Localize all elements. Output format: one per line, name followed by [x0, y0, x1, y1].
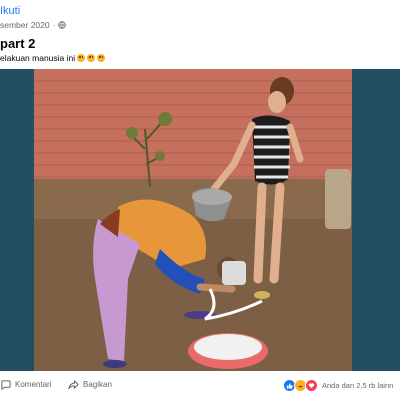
- post-title: part 2: [0, 36, 36, 51]
- share-label: Bagikan: [83, 380, 112, 389]
- love-icon: [305, 379, 318, 392]
- video-frame: [0, 69, 400, 371]
- comment-button[interactable]: Komentari: [0, 379, 51, 390]
- post-timestamp[interactable]: sember 2020 ·: [0, 20, 67, 30]
- video-player[interactable]: [0, 69, 400, 371]
- share-button[interactable]: Bagikan: [68, 379, 112, 390]
- reactions-summary[interactable]: Anda dan 2,5 rb lainn: [283, 379, 393, 392]
- comment-icon: [1, 380, 11, 390]
- rofl-emoji-icon: [77, 54, 86, 62]
- rofl-emoji-icon: [87, 54, 96, 62]
- share-icon: [68, 380, 79, 390]
- post-text: elakuan manusia ini: [0, 53, 106, 63]
- rofl-emoji-icon: [97, 54, 106, 62]
- reactions-count-text: Anda dan 2,5 rb lainn: [322, 381, 394, 390]
- globe-icon: [58, 21, 67, 29]
- follow-link[interactable]: Ikuti: [0, 5, 20, 17]
- comment-label: Komentari: [15, 380, 52, 389]
- post-date: sember 2020: [0, 20, 50, 30]
- post-caption: elakuan manusia ini: [0, 53, 76, 63]
- post-actions: Komentari Bagikan Anda dan 2,5 rb lainn: [0, 379, 400, 395]
- dot-separator: ·: [52, 20, 56, 30]
